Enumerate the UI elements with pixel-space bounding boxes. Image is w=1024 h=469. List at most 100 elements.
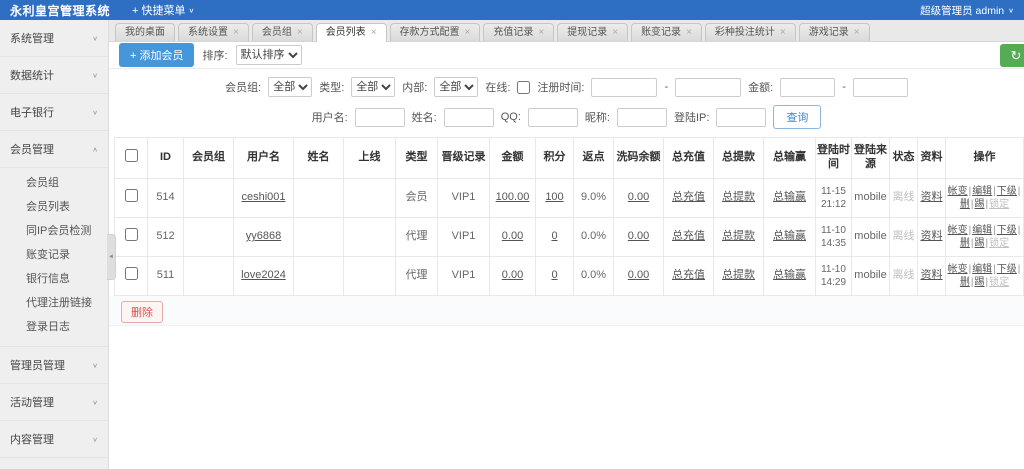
tab-member-group[interactable]: 会员组× bbox=[252, 23, 313, 41]
login-ip-input[interactable] bbox=[716, 108, 766, 127]
wash-balance-link[interactable]: 0.00 bbox=[628, 191, 649, 203]
total-winloss-link[interactable]: 总输赢 bbox=[773, 230, 806, 242]
op-kick[interactable]: 踢 bbox=[975, 277, 985, 288]
op-edit[interactable]: 编辑 bbox=[972, 186, 992, 197]
op-kick[interactable]: 踢 bbox=[975, 199, 985, 210]
op-subordinates[interactable]: 下级 bbox=[997, 264, 1017, 275]
op-delete[interactable]: 删 bbox=[960, 238, 970, 249]
points-link[interactable]: 0 bbox=[551, 269, 557, 281]
tab-withdraw-records[interactable]: 提现记录× bbox=[557, 23, 628, 41]
amount-from-input[interactable] bbox=[780, 78, 835, 97]
sidebar-subitem-bank-info[interactable]: 银行信息 bbox=[0, 266, 108, 290]
type-select[interactable]: 全部 bbox=[351, 77, 395, 97]
close-icon[interactable]: × bbox=[465, 28, 471, 38]
close-icon[interactable]: × bbox=[233, 28, 239, 38]
sidebar-subitem-agent-reg-link[interactable]: 代理注册链接 bbox=[0, 290, 108, 314]
amount-link[interactable]: 0.00 bbox=[502, 269, 523, 281]
total-recharge-link[interactable]: 总充值 bbox=[672, 191, 705, 203]
sidebar-item-ebank[interactable]: 电子银行∨ bbox=[0, 94, 108, 131]
total-withdraw-link[interactable]: 总提款 bbox=[722, 191, 755, 203]
amount-link[interactable]: 100.00 bbox=[496, 191, 530, 203]
tab-my-desktop[interactable]: 我的桌面 bbox=[115, 23, 175, 41]
op-lock[interactable]: 锁定 bbox=[989, 277, 1009, 288]
wash-balance-link[interactable]: 0.00 bbox=[628, 269, 649, 281]
sidebar-subitem-login-log[interactable]: 登录日志 bbox=[0, 314, 108, 338]
sidebar-collapse-handle[interactable]: ◄ bbox=[107, 234, 116, 280]
sidebar-item-activities[interactable]: 活动管理∨ bbox=[0, 384, 108, 421]
sidebar-item-system[interactable]: 系统管理∨ bbox=[0, 20, 108, 57]
sidebar-subitem-member-list[interactable]: 会员列表 bbox=[0, 194, 108, 218]
total-winloss-link[interactable]: 总输赢 bbox=[773, 269, 806, 281]
op-subordinates[interactable]: 下级 bbox=[997, 225, 1017, 236]
tab-lottery-bet-stats[interactable]: 彩种投注统计× bbox=[705, 23, 796, 41]
total-recharge-link[interactable]: 总充值 bbox=[672, 230, 705, 242]
username-link[interactable]: ceshi001 bbox=[241, 191, 285, 203]
qq-input[interactable] bbox=[528, 108, 578, 127]
delete-button[interactable]: 删除 bbox=[121, 301, 163, 323]
add-member-button[interactable]: + 添加会员 bbox=[119, 43, 194, 67]
sidebar-item-content[interactable]: 内容管理∨ bbox=[0, 421, 108, 458]
row-checkbox[interactable] bbox=[125, 189, 138, 202]
profile-link[interactable]: 资料 bbox=[921, 230, 943, 242]
username-link[interactable]: yy6868 bbox=[246, 230, 281, 242]
close-icon[interactable]: × bbox=[612, 28, 618, 38]
tab-recharge-records[interactable]: 充值记录× bbox=[483, 23, 554, 41]
sidebar-subitem-account-changes[interactable]: 账变记录 bbox=[0, 242, 108, 266]
username-input[interactable] bbox=[355, 108, 405, 127]
op-kick[interactable]: 踢 bbox=[975, 238, 985, 249]
select-all-checkbox[interactable] bbox=[125, 149, 138, 162]
profile-link[interactable]: 资料 bbox=[921, 269, 943, 281]
total-recharge-link[interactable]: 总充值 bbox=[672, 269, 705, 281]
op-lock[interactable]: 锁定 bbox=[989, 238, 1009, 249]
sort-select[interactable]: 默认排序 bbox=[236, 45, 302, 65]
tab-system-settings[interactable]: 系统设置× bbox=[178, 23, 249, 41]
profile-link[interactable]: 资料 bbox=[921, 191, 943, 203]
op-edit[interactable]: 编辑 bbox=[972, 264, 992, 275]
op-account-change[interactable]: 帐变 bbox=[948, 186, 968, 197]
sidebar-item-members[interactable]: 会员管理∧ bbox=[0, 131, 108, 168]
close-icon[interactable]: × bbox=[686, 28, 692, 38]
close-icon[interactable]: × bbox=[780, 28, 786, 38]
amount-to-input[interactable] bbox=[853, 78, 908, 97]
nickname-input[interactable] bbox=[617, 108, 667, 127]
op-account-change[interactable]: 帐变 bbox=[948, 264, 968, 275]
close-icon[interactable]: × bbox=[371, 28, 377, 38]
tab-account-change-records[interactable]: 账变记录× bbox=[631, 23, 702, 41]
op-subordinates[interactable]: 下级 bbox=[997, 186, 1017, 197]
amount-link[interactable]: 0.00 bbox=[502, 230, 523, 242]
op-edit[interactable]: 编辑 bbox=[972, 225, 992, 236]
sidebar-item-admins[interactable]: 管理员管理∨ bbox=[0, 347, 108, 384]
regtime-to-input[interactable] bbox=[675, 78, 741, 97]
total-withdraw-link[interactable]: 总提款 bbox=[722, 269, 755, 281]
tab-deposit-config[interactable]: 存款方式配置× bbox=[390, 23, 481, 41]
username-link[interactable]: love2024 bbox=[241, 269, 286, 281]
sidebar-subitem-same-ip[interactable]: 同IP会员检测 bbox=[0, 218, 108, 242]
op-delete[interactable]: 删 bbox=[960, 277, 970, 288]
tab-game-records[interactable]: 游戏记录× bbox=[799, 23, 870, 41]
name-input[interactable] bbox=[444, 108, 494, 127]
internal-select[interactable]: 全部 bbox=[434, 77, 478, 97]
row-checkbox[interactable] bbox=[125, 228, 138, 241]
close-icon[interactable]: × bbox=[538, 28, 544, 38]
quick-menu-button[interactable]: + 快捷菜单 ∨ bbox=[132, 2, 194, 18]
member-group-select[interactable]: 全部 bbox=[268, 77, 312, 97]
close-icon[interactable]: × bbox=[854, 28, 860, 38]
op-lock[interactable]: 锁定 bbox=[989, 199, 1009, 210]
total-winloss-link[interactable]: 总输赢 bbox=[773, 191, 806, 203]
user-menu[interactable]: 超级管理员 admin ∨ bbox=[920, 3, 1014, 18]
sidebar-subitem-member-group[interactable]: 会员组 bbox=[0, 170, 108, 194]
points-link[interactable]: 0 bbox=[551, 230, 557, 242]
row-checkbox[interactable] bbox=[125, 267, 138, 280]
op-account-change[interactable]: 帐变 bbox=[948, 225, 968, 236]
sidebar-item-statistics[interactable]: 数据统计∨ bbox=[0, 57, 108, 94]
regtime-from-input[interactable] bbox=[591, 78, 657, 97]
points-link[interactable]: 100 bbox=[545, 191, 563, 203]
sidebar-item-operations[interactable]: 运维管理∨ bbox=[0, 458, 108, 469]
op-delete[interactable]: 删 bbox=[960, 199, 970, 210]
total-withdraw-link[interactable]: 总提款 bbox=[722, 230, 755, 242]
search-button[interactable]: 查询 bbox=[773, 105, 821, 129]
close-icon[interactable]: × bbox=[297, 28, 303, 38]
online-checkbox[interactable] bbox=[517, 81, 530, 94]
tab-member-list[interactable]: 会员列表× bbox=[316, 23, 387, 42]
wash-balance-link[interactable]: 0.00 bbox=[628, 230, 649, 242]
